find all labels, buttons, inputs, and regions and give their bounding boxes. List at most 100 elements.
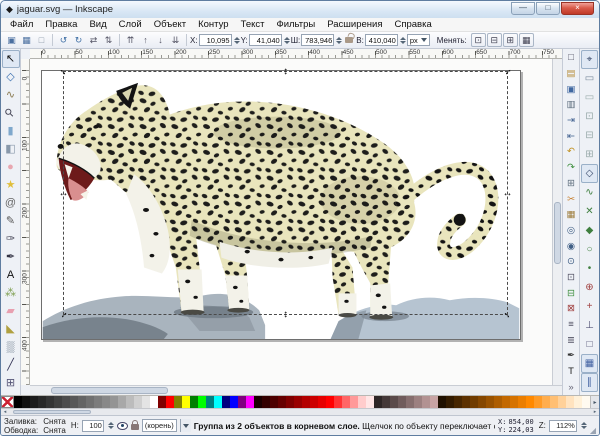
palette-swatch[interactable] bbox=[14, 396, 22, 408]
affect-patterns-icon[interactable]: ▦ bbox=[519, 33, 534, 47]
palette-swatch[interactable] bbox=[390, 396, 398, 408]
copy-icon[interactable]: ⊞ bbox=[564, 176, 579, 192]
layer-dropdown-button[interactable] bbox=[180, 419, 191, 432]
palette-swatch[interactable] bbox=[294, 396, 302, 408]
text-tool[interactable]: A bbox=[2, 266, 20, 284]
menu-path[interactable]: Контур bbox=[192, 18, 234, 31]
affect-gradients-icon[interactable]: ⊞ bbox=[503, 33, 518, 47]
palette-swatch[interactable] bbox=[246, 396, 254, 408]
eraser-tool[interactable]: ▰ bbox=[2, 302, 20, 320]
palette-swatch[interactable] bbox=[198, 396, 206, 408]
deselect-icon[interactable]: □ bbox=[34, 33, 49, 47]
zoom-selection-icon[interactable]: ◎ bbox=[564, 223, 579, 239]
palette-swatch[interactable] bbox=[406, 396, 414, 408]
palette-swatch[interactable] bbox=[470, 396, 478, 408]
flip-horizontal-icon[interactable]: ⇄ bbox=[86, 33, 101, 47]
palette-swatch[interactable] bbox=[158, 396, 166, 408]
y-input[interactable]: 41,040 bbox=[249, 34, 282, 46]
palette-swatch[interactable] bbox=[318, 396, 326, 408]
gradient-tool[interactable]: ▒ bbox=[2, 338, 20, 356]
palette-swatch[interactable] bbox=[566, 396, 574, 408]
select-all-icon[interactable]: ▣ bbox=[4, 33, 19, 47]
palette-swatch[interactable] bbox=[494, 396, 502, 408]
lock-ratio-icon[interactable] bbox=[345, 37, 353, 43]
palette-swatch[interactable] bbox=[382, 396, 390, 408]
snap-nodes-icon[interactable]: ◇ bbox=[581, 164, 598, 183]
rectangle-tool[interactable]: ▮ bbox=[2, 122, 20, 140]
palette-swatch[interactable] bbox=[150, 396, 158, 408]
import-icon[interactable]: ⇥ bbox=[564, 113, 579, 129]
palette-swatch[interactable] bbox=[86, 396, 94, 408]
canvas[interactable]: ↔ ↔ ↔ ↔ ↔ ↔ ↔ ↔ bbox=[30, 59, 552, 385]
palette-swatch[interactable] bbox=[62, 396, 70, 408]
palette-swatch[interactable] bbox=[542, 396, 550, 408]
palette-swatch[interactable] bbox=[46, 396, 54, 408]
snap-line-midpoints-icon[interactable]: • bbox=[581, 259, 598, 278]
palette-swatch[interactable] bbox=[278, 396, 286, 408]
palette-scrollbar[interactable]: ◂ ▸ bbox=[1, 408, 599, 415]
box3d-tool[interactable]: ◧ bbox=[2, 140, 20, 158]
menu-filters[interactable]: Фильтры bbox=[270, 18, 321, 31]
palette-swatch[interactable] bbox=[550, 396, 558, 408]
palette-swatch[interactable] bbox=[142, 396, 150, 408]
vertical-scrollbar[interactable] bbox=[552, 59, 562, 385]
width-spinner[interactable] bbox=[336, 37, 342, 44]
horizontal-scrollbar-thumb[interactable] bbox=[51, 387, 168, 394]
menu-object[interactable]: Объект bbox=[148, 18, 192, 31]
palette-swatch[interactable] bbox=[398, 396, 406, 408]
snap-bbox-edge-midpoints-icon[interactable]: ⊟ bbox=[581, 126, 598, 145]
rotate-ccw-icon[interactable]: ↺ bbox=[56, 33, 71, 47]
palette-swatch[interactable] bbox=[534, 396, 542, 408]
export-icon[interactable]: ⇤ bbox=[564, 128, 579, 144]
y-spinner[interactable] bbox=[284, 37, 290, 44]
palette-swatch[interactable] bbox=[526, 396, 534, 408]
units-dropdown[interactable]: px bbox=[407, 34, 430, 46]
palette-swatch[interactable] bbox=[454, 396, 462, 408]
snap-bbox-icon[interactable]: ▭ bbox=[581, 69, 598, 88]
redo-icon[interactable]: ↷ bbox=[564, 160, 579, 176]
new-document-icon[interactable]: □ bbox=[564, 50, 579, 66]
palette-swatch[interactable] bbox=[54, 396, 62, 408]
zoom-spinner[interactable] bbox=[581, 422, 587, 429]
palette-swatch[interactable] bbox=[310, 396, 318, 408]
cut-icon[interactable]: ✂ bbox=[564, 191, 579, 207]
lower-icon[interactable]: ↓ bbox=[153, 33, 168, 47]
star-tool[interactable]: ★ bbox=[2, 176, 20, 194]
vertical-scrollbar-thumb[interactable] bbox=[554, 202, 561, 264]
layer-selector[interactable]: (корень) bbox=[142, 419, 177, 432]
palette-swatch[interactable] bbox=[326, 396, 334, 408]
flip-vertical-icon[interactable]: ⇅ bbox=[101, 33, 116, 47]
connector-tool[interactable]: ⊞ bbox=[2, 374, 20, 392]
close-button[interactable]: × bbox=[561, 2, 594, 15]
xml-editor-icon[interactable]: ≡ bbox=[564, 317, 579, 333]
snap-paths-icon[interactable]: ∿ bbox=[581, 183, 598, 202]
node-tool[interactable]: ◇ bbox=[2, 68, 20, 86]
zoom-input[interactable]: 112% bbox=[549, 420, 577, 432]
print-icon[interactable]: ▥ bbox=[564, 97, 579, 113]
palette-swatch[interactable] bbox=[134, 396, 142, 408]
select-all-layers-icon[interactable]: ▦ bbox=[19, 33, 34, 47]
resize-grip[interactable]: ◢ bbox=[590, 426, 596, 435]
menu-layer[interactable]: Слой bbox=[113, 18, 148, 31]
palette-swatch[interactable] bbox=[102, 396, 110, 408]
zoom-page-icon[interactable]: ⊙ bbox=[564, 254, 579, 270]
spray-tool[interactable]: ⁂ bbox=[2, 284, 20, 302]
palette-swatch[interactable] bbox=[214, 396, 222, 408]
palette-swatch[interactable] bbox=[262, 396, 270, 408]
palette-swatch[interactable] bbox=[574, 396, 582, 408]
palette-swatch[interactable] bbox=[190, 396, 198, 408]
horizontal-scrollbar[interactable] bbox=[30, 385, 562, 395]
lower-to-bottom-icon[interactable]: ⇊ bbox=[168, 33, 183, 47]
fill-stroke-indicator[interactable]: Заливка: Снята Обводка: Снята bbox=[4, 417, 66, 435]
palette-swatch[interactable] bbox=[438, 396, 446, 408]
palette-swatch[interactable] bbox=[358, 396, 366, 408]
snap-smooth-nodes-icon[interactable]: ○ bbox=[581, 240, 598, 259]
palette-swatch[interactable] bbox=[38, 396, 46, 408]
maximize-button[interactable]: □ bbox=[536, 2, 560, 15]
tweak-tool[interactable]: ∿ bbox=[2, 86, 20, 104]
palette-swatch[interactable] bbox=[510, 396, 518, 408]
menu-file[interactable]: Файл bbox=[4, 18, 39, 31]
open-document-icon[interactable]: ▤ bbox=[564, 66, 579, 82]
save-icon[interactable]: ▣ bbox=[564, 81, 579, 97]
pencil-tool[interactable]: ✎ bbox=[2, 212, 20, 230]
